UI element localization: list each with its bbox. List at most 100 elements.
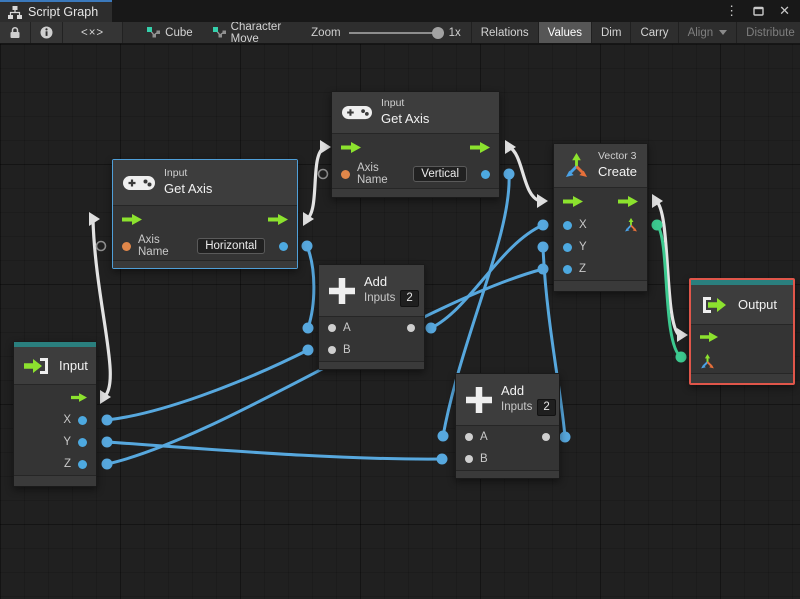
axis-name-input-port[interactable] [341, 169, 350, 179]
breadcrumb-cube[interactable]: Cube [137, 22, 203, 43]
inputs-count-field[interactable]: 2 [400, 290, 419, 308]
node-header[interactable]: Vector 3 Create [554, 144, 647, 188]
relations-toggle[interactable]: Relations [470, 22, 538, 43]
wire-value-input-x-to-add1-b[interactable] [105, 348, 310, 422]
output-port-x[interactable] [78, 415, 87, 425]
node-graph-output[interactable]: Output [689, 278, 795, 385]
value-connection-endpoint[interactable] [101, 458, 113, 470]
input-port-b[interactable] [465, 455, 473, 463]
plus-icon [329, 277, 355, 304]
value-connection-endpoint[interactable] [675, 351, 687, 363]
flow-connection-arrowhead[interactable] [100, 390, 111, 404]
value-connection-endpoint[interactable] [101, 414, 113, 426]
node-header[interactable]: Output [691, 285, 793, 325]
graph-canvas[interactable]: Input X Y Z Input Get Axis Axis Name Hor… [0, 44, 800, 599]
tab-script-graph[interactable]: Script Graph [0, 0, 113, 22]
wire-flow-horizontal-to-vertical[interactable] [305, 146, 326, 221]
input-port-b[interactable] [328, 346, 336, 354]
wire-value-input-y-to-add2-b[interactable] [105, 440, 444, 461]
port-row-x: X [554, 214, 647, 236]
value-connection-endpoint[interactable] [302, 322, 314, 334]
lock-button[interactable] [0, 22, 31, 43]
flow-connection-arrowhead[interactable] [320, 140, 331, 154]
zoom-slider-knob[interactable] [431, 26, 444, 39]
vector3-output-port[interactable] [624, 218, 638, 232]
value-connection-endpoint[interactable] [301, 240, 313, 252]
vector3-input-port[interactable] [700, 353, 715, 369]
plus-icon [466, 386, 492, 413]
sum-output-port[interactable] [407, 324, 415, 332]
output-port-y[interactable] [78, 437, 87, 447]
zoom-slider[interactable] [348, 26, 444, 39]
values-toggle[interactable]: Values [537, 22, 591, 43]
input-port-x[interactable] [563, 220, 572, 230]
node-graph-input[interactable]: Input X Y Z [13, 341, 97, 487]
sum-output-port[interactable] [542, 433, 550, 441]
value-connection-endpoint[interactable] [425, 322, 437, 334]
axis-name-field[interactable]: Vertical [413, 166, 467, 182]
maximize-icon[interactable] [753, 6, 764, 16]
value-connection-endpoint[interactable] [651, 219, 663, 231]
node-vector3-create[interactable]: Vector 3 Create X Y Z [553, 143, 648, 292]
value-connection-endpoint[interactable] [537, 219, 549, 231]
flow-connection-arrowhead[interactable] [652, 194, 663, 208]
flow-in-port[interactable] [341, 141, 361, 153]
dim-toggle[interactable]: Dim [590, 22, 630, 43]
node-get-axis-vertical[interactable]: Input Get Axis Axis Name Vertical [331, 91, 500, 198]
node-header[interactable]: Add Inputs 2 [319, 265, 424, 317]
breadcrumb-character-move-label: Character Move [230, 22, 282, 44]
flow-out-port[interactable] [618, 195, 638, 207]
axis-value-output-port[interactable] [481, 169, 490, 179]
flow-connection-arrowhead[interactable] [677, 328, 688, 342]
align-dropdown[interactable]: Align [677, 22, 737, 43]
value-connection-endpoint[interactable] [503, 168, 515, 180]
port-row-z: Z [554, 258, 647, 280]
edit-graph-button[interactable]: <×> [63, 22, 124, 43]
wire-value-add1-sum-to-vector3-x[interactable] [429, 223, 545, 330]
axis-name-field[interactable]: Horizontal [197, 238, 265, 254]
node-add-1[interactable]: Add Inputs 2 A B [318, 264, 425, 370]
axis-value-output-port[interactable] [279, 241, 288, 251]
unconnected-port-ring[interactable] [95, 240, 107, 252]
node-header[interactable]: Input Get Axis [113, 160, 297, 206]
distribute-dropdown[interactable]: Distribute [736, 22, 800, 43]
flow-in-port[interactable] [563, 195, 583, 207]
node-header[interactable]: Input [14, 347, 96, 385]
breadcrumb-character-move[interactable]: Character Move [203, 22, 292, 43]
flow-out-port[interactable] [268, 213, 288, 225]
input-port-a[interactable] [465, 433, 473, 441]
input-port-z[interactable] [563, 264, 572, 274]
output-port-z[interactable] [78, 459, 87, 469]
node-category: Input [381, 97, 405, 110]
flow-out-port[interactable] [71, 392, 87, 402]
value-connection-endpoint[interactable] [101, 436, 113, 448]
value-connection-endpoint[interactable] [537, 263, 549, 275]
flow-connection-arrowhead[interactable] [537, 194, 548, 208]
wire-value-horizontal-axis-to-add1-a[interactable] [305, 244, 316, 330]
node-footer [554, 280, 647, 291]
unconnected-port-ring[interactable] [317, 168, 329, 180]
node-title: Input [59, 358, 88, 373]
carry-toggle[interactable]: Carry [630, 22, 677, 43]
flow-out-port[interactable] [470, 141, 490, 153]
close-icon[interactable]: ✕ [779, 3, 790, 19]
value-connection-endpoint[interactable] [559, 431, 571, 443]
flow-in-port[interactable] [122, 213, 142, 225]
node-header[interactable]: Input Get Axis [332, 92, 499, 134]
value-connection-endpoint[interactable] [302, 344, 314, 356]
inputs-count-field[interactable]: 2 [537, 399, 556, 417]
inspect-button[interactable] [31, 22, 63, 43]
node-header[interactable]: Add Inputs 2 [456, 374, 559, 426]
flow-in-port[interactable] [700, 332, 718, 342]
input-port-y[interactable] [563, 242, 572, 252]
value-connection-endpoint[interactable] [436, 453, 448, 465]
axis-name-input-port[interactable] [122, 241, 131, 251]
value-connection-endpoint[interactable] [537, 241, 549, 253]
node-title: Get Axis [164, 180, 213, 196]
node-get-axis-horizontal[interactable]: Input Get Axis Axis Name Horizontal [112, 159, 298, 269]
node-add-2[interactable]: Add Inputs 2 A B [455, 373, 560, 479]
more-menu-icon[interactable]: ⋮ [725, 3, 738, 19]
zoom-slider-track[interactable] [348, 31, 441, 34]
value-connection-endpoint[interactable] [437, 430, 449, 442]
input-port-a[interactable] [328, 324, 336, 332]
